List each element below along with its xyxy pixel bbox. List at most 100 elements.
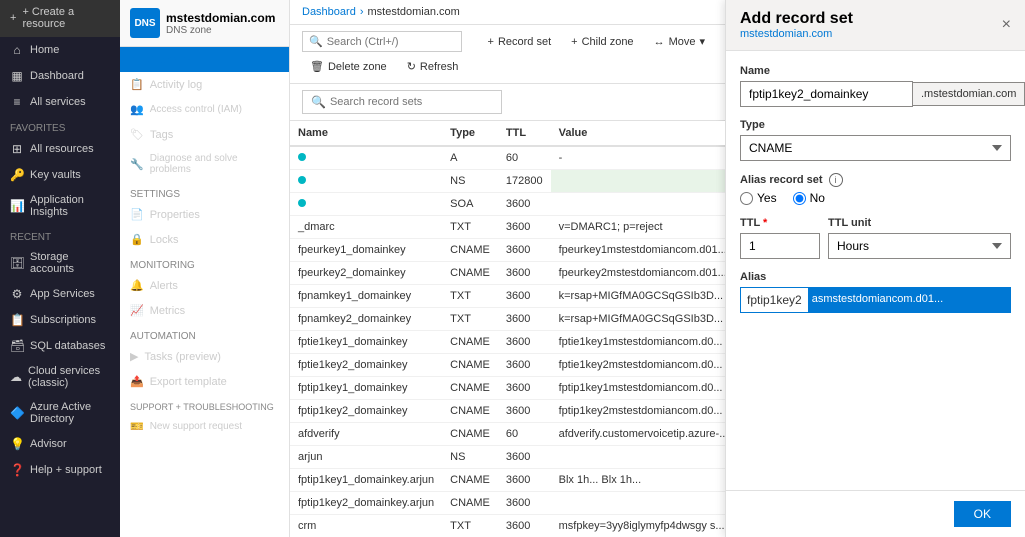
sidebar-item-app-insights[interactable]: 📊 Application Insights [0,188,120,224]
alias-info-icon[interactable]: i [829,173,843,187]
alias-yes-input[interactable] [740,192,753,205]
cell-ttl: 3600 [498,285,551,308]
alias-highlighted-text: asmstestdomiancom.d01... [808,288,1010,312]
table-row[interactable]: fpeurkey2_domainkeyCNAME3600fpeurkey2mst… [290,262,725,285]
menu-item-export[interactable]: 📤 Export template [120,369,289,394]
table-row[interactable]: A60-Fr... [290,146,725,170]
dns-resource-icon: DNS [130,8,160,38]
cell-type: CNAME [442,423,498,446]
overview-icon: ⊙ [130,53,139,66]
breadcrumb-dashboard[interactable]: Dashboard [302,6,356,18]
name-input[interactable] [740,81,913,107]
menu-item-overview[interactable]: ⊙ Overview [120,47,289,72]
menu-item-access-control[interactable]: 👥 Access control (IAM) [120,97,289,122]
table-row[interactable]: fptie1key1_domainkeyCNAME3600fptie1key1m… [290,331,725,354]
cell-value: fptie1key1mstestdomiancom.d0... [551,331,725,354]
cell-name: afdverify [290,423,442,446]
table-row[interactable]: fptip1key1_domainkey.arjunCNAME3600Blx 1… [290,469,725,492]
table-row[interactable]: crmTXT3600msfpkey=3yy8iglymyfp4dwsgy s..… [290,515,725,537]
cell-type: TXT [442,515,498,537]
menu-item-tags[interactable]: 🏷 Tags [120,122,289,147]
sidebar-item-subscriptions[interactable]: 📋 Subscriptions [0,307,120,333]
cell-value [551,492,725,515]
menu-item-tasks[interactable]: ▶ Tasks (preview) [120,344,289,369]
sidebar-item-key-vaults[interactable]: 🔑 Key vaults [0,162,120,188]
cell-name: fptie1key2_domainkey [290,354,442,377]
move-chevron-icon: ▾ [699,35,705,48]
alias-no-input[interactable] [793,192,806,205]
alias-no-radio[interactable]: No [793,191,825,205]
sidebar-item-advisor[interactable]: 💡 Advisor [0,431,120,457]
table-row[interactable]: _dmarcTXT3600v=DMARC1; p=reject [290,216,725,239]
sidebar-item-all-services[interactable]: ≡ All services [0,89,120,115]
menu-item-locks[interactable]: 🔒 Locks [120,227,289,252]
sidebar-item-sql-db[interactable]: 🗃 SQL databases [0,333,120,359]
menu-item-activity-log[interactable]: 📋 Activity log [120,72,289,97]
search-box[interactable]: 🔍 [302,31,462,52]
table-row[interactable]: fpeurkey1_domainkeyCNAME3600fpeurkey1mst… [290,239,725,262]
search-input[interactable] [327,36,455,48]
menu-item-support[interactable]: 🎫 New support request [120,414,289,439]
search-records-box[interactable]: 🔍 [302,90,502,114]
ok-button[interactable]: OK [954,501,1011,527]
alias-input-container: fptip1key2 asmstestdomiancom.d01... [740,287,1011,313]
sidebar-item-home[interactable]: ⌂ Home [0,37,120,63]
move-button[interactable]: ↔ Move ▾ [646,31,713,52]
cell-name: fpeurkey2_domainkey [290,262,442,285]
menu-item-properties[interactable]: 📄 Properties [120,202,289,227]
panel-close-button[interactable]: × [1002,16,1011,34]
table-row[interactable]: fpnamkey1_domainkeyTXT3600k=rsap+MIGfMA0… [290,285,725,308]
alias-yes-radio[interactable]: Yes [740,191,777,205]
cell-type: CNAME [442,400,498,423]
table-row[interactable]: fpnamkey2_domainkeyTXT3600k=rsap+MIGfMA0… [290,308,725,331]
record-set-button[interactable]: + Record set [480,32,560,52]
child-zone-button[interactable]: + Child zone [563,32,641,52]
table-row[interactable]: NS172800 [290,170,725,193]
type-select[interactable]: CNAME A AAAA MX TXT NS [740,135,1011,161]
table-row[interactable]: fptip1key2_domainkey.arjunCNAME3600 [290,492,725,515]
cell-value: k=rsap+MIGfMA0GCSqGSIb3D... [551,285,725,308]
ttl-unit-select[interactable]: Seconds Minutes Hours Days [828,233,1011,259]
subscriptions-icon: 📋 [10,313,24,327]
app-insights-icon: 📊 [10,199,24,213]
sidebar-item-azure-ad[interactable]: 🔷 Azure Active Directory [0,395,120,431]
refresh-button[interactable]: ↻ Refresh [399,56,467,77]
ttl-input[interactable] [740,233,820,259]
table-row[interactable]: fptie1key2_domainkeyCNAME3600fptie1key2m… [290,354,725,377]
table-row[interactable]: fptip1key1_domainkeyCNAME3600fptip1key1m… [290,377,725,400]
search-records-input[interactable] [330,96,493,108]
table-row[interactable]: afdverifyCNAME60afdverify.customervoicet… [290,423,725,446]
resource-subtitle: DNS zone [166,25,275,36]
support-icon: 🎫 [130,420,144,433]
sidebar-item-advisor-label: Advisor [30,438,67,450]
cell-value [551,170,725,193]
menu-item-metrics[interactable]: 📈 Metrics [120,298,289,323]
col-type: Type [442,121,498,146]
table-row[interactable]: SOA3600 [290,193,725,216]
cell-name: fptip1key1_domainkey.arjun [290,469,442,492]
table-row[interactable]: arjunNS3600 [290,446,725,469]
sidebar-item-all-resources[interactable]: ⊞ All resources [0,136,120,162]
menu-item-alerts[interactable]: 🔔 Alerts [120,273,289,298]
alias-record-set-label: Alias record set [740,174,823,186]
cell-ttl: 3600 [498,262,551,285]
sidebar-item-storage[interactable]: 🗄 Storage accounts [0,245,120,281]
azure-ad-icon: 🔷 [10,406,24,420]
move-icon: ↔ [654,36,665,48]
cell-name: fptie1key1_domainkey [290,331,442,354]
table-row[interactable]: fptip1key2_domainkeyCNAME3600fptip1key2m… [290,400,725,423]
delete-zone-button[interactable]: 🗑 Delete zone [302,56,395,77]
sidebar-item-dashboard[interactable]: ▦ Dashboard [0,63,120,89]
sidebar-item-cloud-services[interactable]: ☁ Cloud services (classic) [0,359,120,395]
create-resource-button[interactable]: + + Create a resource [0,0,120,37]
create-resource-label: + Create a resource [22,6,110,30]
cell-ttl: 3600 [498,492,551,515]
sidebar-item-help[interactable]: ❓ Help + support [0,457,120,483]
ttl-unit-label: TTL unit [828,217,1011,229]
cell-value: fptie1key2mstestdomiancom.d0... [551,354,725,377]
sidebar-item-azure-ad-label: Azure Active Directory [30,401,110,425]
menu-item-diagnose[interactable]: 🔧 Diagnose and solve problems [120,147,289,181]
cell-type: CNAME [442,377,498,400]
sidebar-item-app-services[interactable]: ⚙ App Services [0,281,120,307]
alias-value-field: Alias fptip1key2 asmstestdomiancom.d01..… [740,271,1011,313]
